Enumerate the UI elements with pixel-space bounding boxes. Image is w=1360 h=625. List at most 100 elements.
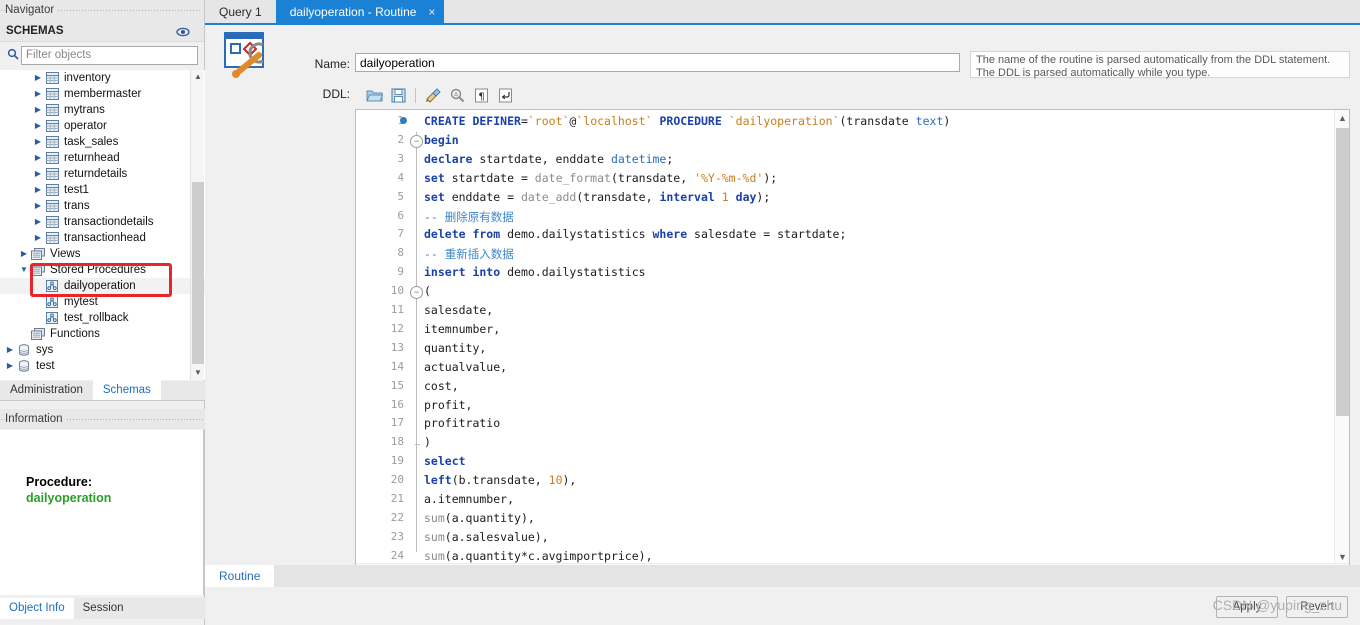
wrap-lines-icon[interactable] — [493, 84, 517, 106]
folder-icon — [30, 326, 46, 342]
expander-collapsed-icon[interactable]: ▶ — [32, 118, 44, 134]
fold-collapse-icon[interactable]: − — [410, 134, 423, 148]
pilcrow-invisible-icon[interactable]: ¶ — [469, 84, 493, 106]
filter-objects-input[interactable] — [21, 45, 198, 65]
expander-collapsed-icon[interactable]: ▶ — [32, 150, 44, 166]
tree-item-views[interactable]: ▶ Views — [0, 246, 205, 262]
code-line: sum(a.salesvalue), — [424, 530, 549, 544]
beautify-brush-icon[interactable] — [421, 84, 445, 106]
object-info-tab-strip[interactable]: Object Info Session — [0, 598, 205, 619]
breakpoint-marker-icon[interactable] — [400, 117, 407, 124]
code-folding-rail[interactable]: − − — [410, 110, 424, 578]
object-info-tab-session[interactable]: Session — [74, 598, 133, 619]
code-token-fn: sum — [424, 529, 445, 544]
ddl-code-editor[interactable]: 123456789101112131415161718192021222324 … — [355, 109, 1350, 579]
expander-collapsed-icon[interactable]: ▶ — [32, 182, 44, 198]
tree-item-label: operator — [64, 120, 107, 132]
expander-collapsed-icon[interactable]: ▶ — [32, 230, 44, 246]
navigator-tab-strip[interactable]: Administration Schemas — [0, 380, 205, 401]
tree-item-test-rollback[interactable]: test_rollback — [0, 310, 205, 326]
object-info-tab-object-info[interactable]: Object Info — [0, 598, 74, 619]
editor-tab-query-1[interactable]: Query 1 — [205, 0, 276, 25]
editor-tab-bar[interactable]: Query 1 dailyoperation - Routine × — [205, 0, 1360, 25]
line-number: 7 — [397, 227, 404, 241]
tree-item-inventory[interactable]: ▶ inventory — [0, 70, 205, 86]
table-icon — [44, 102, 60, 118]
tree-item-label: mytest — [64, 296, 98, 308]
editor-vertical-scrollbar[interactable]: ▲ ▼ — [1334, 110, 1349, 565]
tree-item-sys[interactable]: ▶ sys — [0, 342, 205, 358]
code-token-pl: a.itemnumber, — [424, 492, 515, 506]
code-line: ) — [424, 435, 431, 449]
table-icon — [44, 198, 60, 214]
information-caption: Information — [0, 409, 205, 429]
code-token-kw: where — [652, 227, 688, 242]
expander-collapsed-icon[interactable]: ▶ — [32, 214, 44, 230]
editor-tab-dailyoperation-routine[interactable]: dailyoperation - Routine × — [275, 0, 445, 25]
editor-vscroll-thumb[interactable] — [1336, 128, 1349, 416]
navigator-scroll-thumb[interactable] — [192, 182, 204, 364]
revert-button[interactable]: Revert — [1286, 596, 1348, 618]
tree-item-mytrans[interactable]: ▶ mytrans — [0, 102, 205, 118]
tree-item-task-sales[interactable]: ▶ task_sales — [0, 134, 205, 150]
navigator-tab-administration[interactable]: Administration — [0, 380, 93, 400]
open-file-icon[interactable] — [362, 84, 386, 106]
editor-tab-label: dailyoperation - Routine — [289, 5, 417, 19]
expander-collapsed-icon[interactable]: ▶ — [32, 86, 44, 102]
code-token-pl: profit, — [424, 397, 473, 412]
expander-collapsed-icon[interactable]: ▶ — [18, 246, 30, 262]
routine-bottom-tab-strip[interactable]: Routine — [205, 565, 1360, 587]
tree-item-transactionhead[interactable]: ▶ transactionhead — [0, 230, 205, 246]
editor-scroll-up-icon[interactable]: ▲ — [1335, 110, 1349, 126]
expander-collapsed-icon[interactable]: ▶ — [4, 358, 16, 374]
apply-button[interactable]: Apply — [1216, 596, 1278, 618]
tree-item-functions[interactable]: Functions — [0, 326, 205, 342]
code-token-kw: day — [735, 189, 757, 204]
tree-item-label: Views — [50, 248, 81, 260]
expander-expanded-icon[interactable]: ▼ — [18, 262, 30, 278]
code-token-kw: set — [424, 189, 445, 204]
line-number: 11 — [390, 303, 404, 316]
navigator-caption-label: Navigator — [5, 4, 58, 16]
expander-collapsed-icon[interactable]: ▶ — [32, 102, 44, 118]
tree-item-operator[interactable]: ▶ operator — [0, 118, 205, 134]
tree-item-trans[interactable]: ▶ trans — [0, 198, 205, 214]
folder-icon — [30, 262, 46, 278]
routine-tab-routine[interactable]: Routine — [205, 565, 275, 587]
scroll-down-arrow-icon[interactable]: ▼ — [191, 366, 205, 380]
expander-collapsed-icon[interactable]: ▶ — [32, 70, 44, 86]
tree-item-returnhead[interactable]: ▶ returnhead — [0, 150, 205, 166]
save-file-icon[interactable] — [386, 84, 410, 106]
tree-item-membermaster[interactable]: ▶ membermaster — [0, 86, 205, 102]
tree-item-test1[interactable]: ▶ test1 — [0, 182, 205, 198]
schema-tree[interactable]: ▶ inventory ▶ membermaster ▶ mytrans ▶ operator… — [0, 70, 205, 380]
expander-collapsed-icon[interactable]: ▶ — [4, 342, 16, 358]
expander-collapsed-icon[interactable]: ▶ — [32, 166, 44, 182]
tree-item-test[interactable]: ▶ test — [0, 358, 205, 374]
code-token-pl: actualvalue, — [424, 359, 508, 374]
code-token-pl: ), — [562, 473, 577, 488]
editor-footer: Apply Revert — [205, 588, 1360, 625]
fold-collapse-icon[interactable]: − — [410, 286, 423, 300]
line-number: 6 — [397, 208, 404, 222]
procedure-label: Procedure: — [26, 475, 92, 489]
navigator-tab-schemas[interactable]: Schemas — [92, 380, 161, 400]
expander-collapsed-icon[interactable]: ▶ — [32, 198, 44, 214]
tree-item-transactiondetails[interactable]: ▶ transactiondetails — [0, 214, 205, 230]
scroll-up-arrow-icon[interactable]: ▲ — [191, 70, 205, 84]
close-icon[interactable]: × — [428, 0, 435, 25]
eye-icon[interactable] — [176, 24, 190, 46]
code-line: sum(a.quantity*c.avgimportprice), — [424, 549, 653, 563]
code-line: sum(a.quantity), — [424, 511, 535, 525]
line-number: 9 — [397, 265, 404, 279]
tree-item-returndetails[interactable]: ▶ returndetails — [0, 166, 205, 182]
fold-end-marker — [415, 444, 420, 446]
tree-item-stored-procedures[interactable]: ▼ Stored Procedures — [0, 262, 205, 278]
navigator-vertical-scrollbar[interactable]: ▲ ▼ — [190, 70, 204, 380]
tree-item-dailyoperation[interactable]: dailyoperation — [0, 278, 205, 294]
routine-name-input[interactable] — [355, 53, 960, 72]
find-magnifier-icon[interactable]: A — [445, 84, 469, 106]
tree-item-mytest[interactable]: mytest — [0, 294, 205, 310]
expander-collapsed-icon[interactable]: ▶ — [32, 134, 44, 150]
line-number: 1 — [358, 114, 404, 127]
